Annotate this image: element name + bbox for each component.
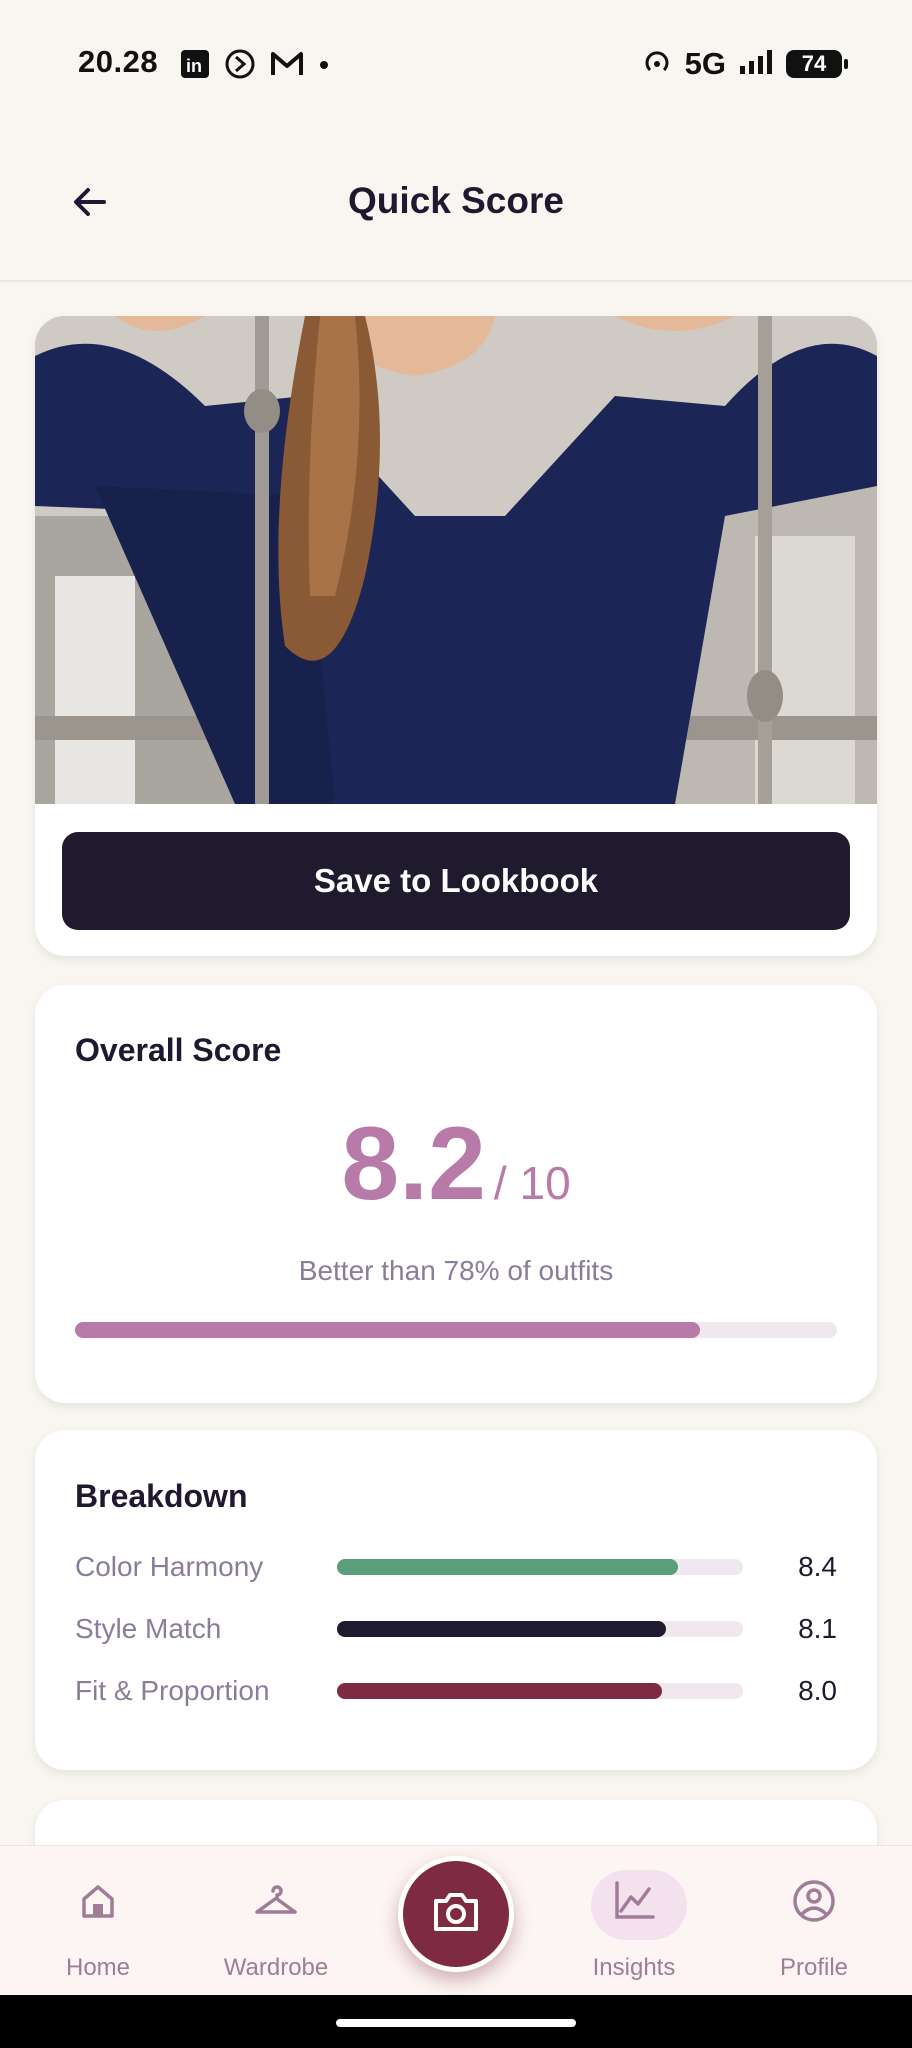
overall-score-bar — [75, 1322, 837, 1338]
dot-icon — [318, 58, 330, 76]
system-gesture-bar — [0, 1995, 912, 2048]
camera-icon — [430, 1889, 482, 1940]
linkedin-icon: in — [180, 49, 210, 84]
breakdown-title: Breakdown — [75, 1478, 248, 1514]
camera-button[interactable] — [398, 1856, 514, 1972]
status-right-icons: 5G 74 — [641, 46, 848, 82]
score-comparison: Better than 78% of outfits — [298, 1255, 614, 1286]
gesture-handle[interactable] — [336, 2019, 576, 2027]
overall-score-title: Overall Score — [75, 1032, 282, 1068]
breakdown-value: 8.1 — [798, 1613, 837, 1644]
app-bar: Quick Score — [0, 130, 912, 282]
breakdown-bar — [337, 1621, 743, 1637]
overall-score-bar-fill — [75, 1322, 700, 1338]
breakdown-card: Breakdown Color Harmony 8.4 Style Match … — [35, 1430, 877, 1770]
overall-score-card: Overall Score 8.2/ 10 Better than 78% of… — [35, 985, 877, 1403]
breakdown-value: 8.4 — [798, 1551, 837, 1582]
hotspot-icon — [641, 47, 673, 82]
nav-wardrobe[interactable]: Wardrobe — [211, 1846, 341, 1996]
user-circle-icon — [789, 1876, 839, 1926]
score-display: 8.2/ 10 — [35, 1105, 877, 1224]
breakdown-row-style-match: Style Match 8.1 — [75, 1609, 837, 1649]
nav-home-label: Home — [65, 1954, 131, 1981]
nav-insights[interactable]: Insights — [569, 1846, 699, 1996]
breakdown-bar-fill — [337, 1683, 662, 1699]
breakdown-label: Fit & Proportion — [75, 1675, 270, 1706]
breakdown-bar-fill — [337, 1559, 679, 1575]
save-to-lookbook-button[interactable]: Save to Lookbook — [62, 832, 850, 930]
nav-profile[interactable]: Profile — [749, 1846, 879, 1996]
nav-wardrobe-label: Wardrobe — [223, 1954, 329, 1981]
outfit-photo-card: Save to Lookbook — [35, 316, 877, 956]
svg-text:in: in — [186, 56, 202, 76]
network-type: 5G — [684, 46, 726, 81]
gmail-icon — [270, 50, 304, 83]
outfit-photo — [35, 316, 877, 804]
chart-line-icon — [609, 1876, 659, 1926]
app-icon — [224, 48, 256, 85]
bottom-nav: Home Wardrobe Insights Profile — [0, 1845, 912, 1996]
overall-score-max: / 10 — [493, 1157, 571, 1209]
breakdown-bar — [337, 1683, 743, 1699]
status-left-icons: in — [180, 48, 330, 85]
signal-icon — [738, 48, 774, 81]
nav-insights-label: Insights — [592, 1954, 676, 1981]
status-bar: 20.28 in 5G 74 — [0, 0, 912, 130]
status-time: 20.28 — [78, 44, 159, 79]
breakdown-value: 8.0 — [798, 1675, 837, 1706]
breakdown-row-color-harmony: Color Harmony 8.4 — [75, 1547, 837, 1587]
breakdown-row-fit-proportion: Fit & Proportion 8.0 — [75, 1671, 837, 1711]
battery-icon: 74 — [786, 50, 848, 78]
overall-score-value: 8.2 — [341, 1106, 486, 1222]
nav-profile-label: Profile — [779, 1954, 849, 1981]
page-title: Quick Score — [348, 180, 564, 221]
breakdown-label: Style Match — [75, 1613, 222, 1644]
nav-home[interactable]: Home — [33, 1846, 163, 1996]
breakdown-label: Color Harmony — [75, 1551, 264, 1582]
home-icon — [73, 1876, 123, 1926]
breakdown-bar — [337, 1559, 743, 1575]
hanger-icon — [251, 1876, 301, 1926]
breakdown-bar-fill — [337, 1621, 666, 1637]
